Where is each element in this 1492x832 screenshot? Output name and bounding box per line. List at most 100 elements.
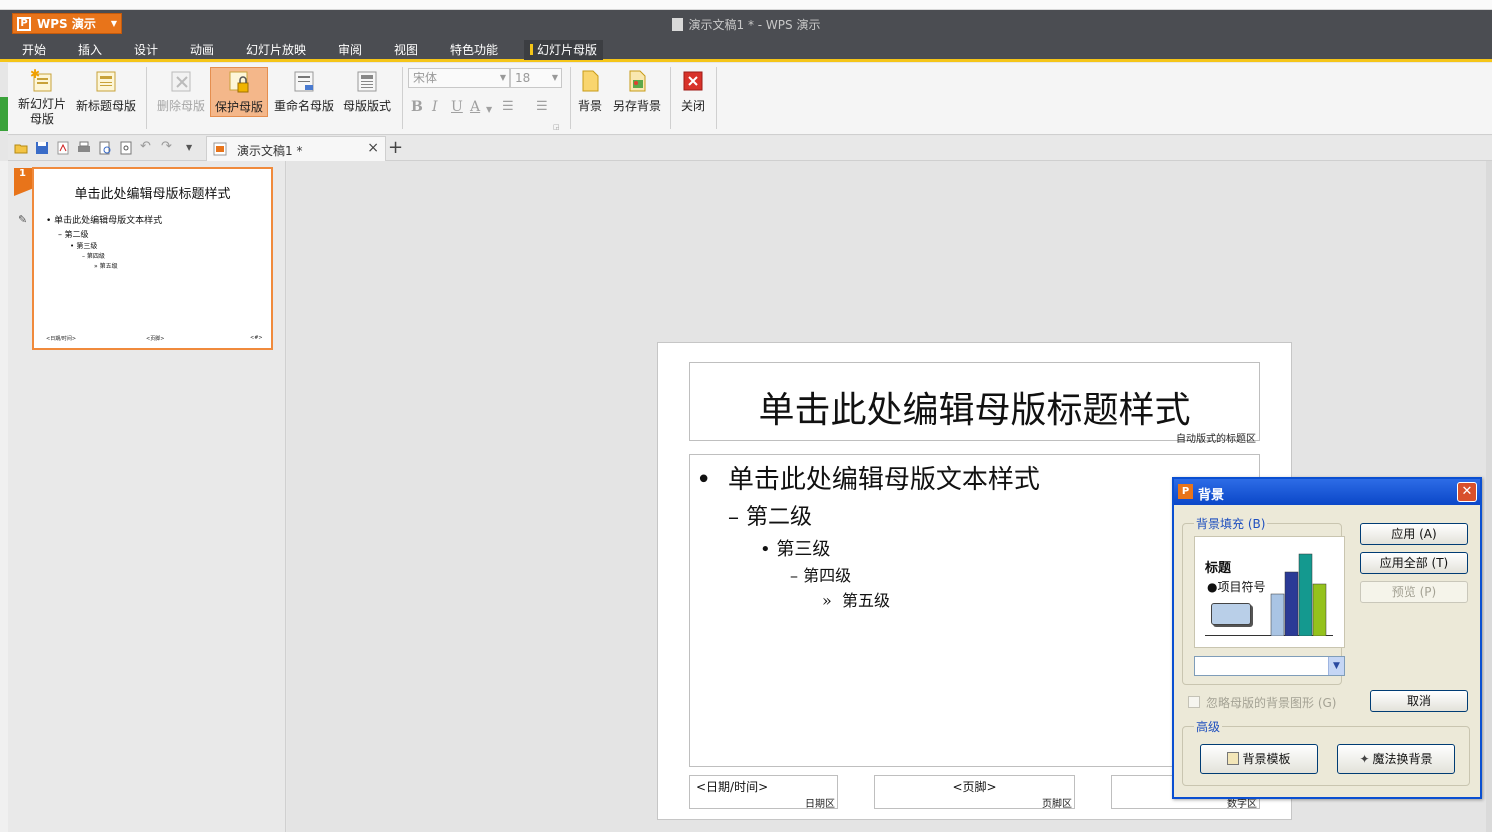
protect-master-icon: [227, 70, 251, 94]
tab-insert[interactable]: 插入: [72, 40, 108, 60]
font-color-button[interactable]: A: [470, 99, 480, 115]
thumbnail-level1: • 单击此处编辑母版文本样式: [46, 216, 163, 226]
window-title: 演示文稿1 * - WPS 演示: [0, 16, 1492, 33]
thumbnail-title: 单击此处编辑母版标题样式: [74, 187, 231, 202]
delete-master-button[interactable]: 删除母版: [154, 67, 208, 129]
new-title-master-label: 新标题母版: [75, 99, 136, 113]
print-icon[interactable]: [77, 141, 91, 155]
protect-master-button[interactable]: 保护母版: [210, 67, 268, 117]
footer-placeholder[interactable]: <页脚> 页脚区: [874, 775, 1075, 810]
save-background-button[interactable]: 另存背景: [610, 67, 664, 129]
preview-bar-chart: [1270, 553, 1327, 636]
preview-bar: [1284, 571, 1299, 636]
rename-master-label: 重命名母版: [273, 99, 334, 113]
close-master-button[interactable]: 关闭: [676, 67, 710, 129]
ignore-master-label: 忽略母版的背景图形 (G): [1206, 696, 1337, 710]
template-icon: [1227, 752, 1240, 765]
apply-button[interactable]: 应用 (A): [1360, 523, 1468, 545]
protect-master-label: 保护母版: [214, 100, 263, 114]
background-label: 背景: [577, 99, 602, 113]
ribbon-separator: [402, 67, 403, 129]
bold-button[interactable]: B: [411, 99, 423, 115]
numbered-list-icon[interactable]: ☰: [536, 99, 548, 114]
tab-special-features[interactable]: 特色功能: [444, 40, 504, 60]
preview-button[interactable]: 预览 (P): [1360, 581, 1468, 603]
font-name-select[interactable]: 宋体 ▼: [408, 68, 510, 88]
new-title-master-button[interactable]: 新标题母版: [74, 67, 138, 129]
ribbon: ✱ 新幻灯片母版 新标题母版 删除母版 保护母版 重命名母版 母版版式 宋体▼: [8, 63, 1492, 135]
thumbnail-level4: – 第四级: [82, 253, 105, 260]
background-preview: 标题 ●项目符号: [1194, 536, 1345, 648]
close-tab-icon[interactable]: ×: [367, 140, 379, 156]
ignore-master-checkbox[interactable]: [1188, 696, 1200, 708]
print-preview-icon[interactable]: [98, 141, 112, 155]
footer-text: <页脚>: [952, 780, 997, 794]
new-slide-master-label: 新幻灯片母版: [17, 97, 66, 126]
tab-slideshow[interactable]: 幻灯片放映: [240, 40, 312, 60]
chevron-down-icon: ▼: [499, 73, 506, 82]
ribbon-separator: [670, 67, 671, 129]
tab-design[interactable]: 设计: [128, 40, 164, 60]
tab-review[interactable]: 审阅: [332, 40, 368, 60]
underline-button[interactable]: U: [451, 99, 463, 115]
pin-icon[interactable]: ✎: [18, 213, 27, 226]
apply-all-button[interactable]: 应用全部 (T): [1360, 552, 1468, 574]
vertical-scrollbar[interactable]: [1486, 161, 1492, 832]
footer-area-label: 页脚区: [1042, 799, 1072, 810]
master-layout-icon: [355, 69, 379, 93]
preview-shape: [1211, 603, 1251, 625]
tab-view[interactable]: 视图: [388, 40, 424, 60]
dialog-close-button[interactable]: ✕: [1457, 482, 1477, 502]
preview-icon[interactable]: [119, 141, 133, 155]
redo-icon[interactable]: ↷: [161, 139, 175, 154]
chevron-down-icon: ▼: [551, 73, 558, 82]
tab-slide-master[interactable]: 幻灯片母版: [524, 40, 604, 60]
undo-icon[interactable]: ↶: [140, 139, 154, 154]
document-tab-label: 演示文稿1 *: [237, 144, 303, 158]
slide-thumbnail[interactable]: 单击此处编辑母版标题样式 • 单击此处编辑母版文本样式 – 第二级 • 第三级 …: [32, 167, 273, 350]
master-layout-button[interactable]: 母版版式: [340, 67, 394, 129]
background-template-button[interactable]: 背景模板: [1200, 744, 1318, 774]
dialog-launcher-icon[interactable]: ◲: [553, 123, 560, 131]
new-title-master-icon: [94, 69, 118, 93]
document-tab[interactable]: 演示文稿1 * ×: [206, 136, 386, 161]
thumbnail-level2: – 第二级: [58, 230, 89, 239]
chevron-down-icon[interactable]: ▼: [186, 143, 200, 157]
rename-master-button[interactable]: 重命名母版: [272, 67, 336, 129]
left-edge: [0, 161, 8, 832]
tab-start[interactable]: 开始: [16, 40, 52, 60]
thumbnail-level5: » 第五级: [94, 263, 118, 270]
document-icon: [671, 18, 683, 31]
ribbon-separator: [570, 67, 571, 129]
font-size-select[interactable]: 18 ▼: [510, 68, 562, 88]
title-placeholder[interactable]: 单击此处编辑母版标题样式: [689, 362, 1260, 441]
background-dialog: P 背景 ✕ 背景填充 (B) 标题 ●项目符号 ▼ 应用 (A) 应用全部 (…: [1172, 477, 1482, 799]
bullet-list-icon[interactable]: ☰: [502, 99, 514, 114]
save-icon[interactable]: [35, 141, 49, 155]
new-tab-button[interactable]: +: [388, 137, 403, 158]
cancel-button[interactable]: 取消: [1370, 690, 1468, 712]
preview-bar: [1270, 593, 1285, 636]
date-placeholder[interactable]: <日期/时间> 日期区: [689, 775, 838, 810]
body-level4: – 第四级: [790, 566, 852, 585]
new-slide-master-button[interactable]: ✱ 新幻灯片母版: [14, 67, 70, 129]
magic-background-button[interactable]: ✦ 魔法换背景: [1337, 744, 1455, 774]
advanced-group-label: 高级: [1194, 718, 1223, 735]
italic-button[interactable]: I: [432, 99, 438, 115]
export-pdf-icon[interactable]: [56, 141, 70, 155]
preview-bar: [1312, 583, 1327, 636]
background-button[interactable]: 背景: [574, 67, 606, 129]
new-slide-master-icon: ✱: [30, 67, 54, 93]
date-area-label: 日期区: [805, 799, 835, 810]
tab-animation[interactable]: 动画: [184, 40, 220, 60]
presentation-file-icon: [213, 142, 227, 156]
fill-select[interactable]: ▼: [1194, 656, 1345, 676]
thumbnail-date: <日期/时间>: [46, 336, 77, 342]
master-layout-label: 母版版式: [342, 99, 391, 113]
wps-logo-icon: P: [1178, 484, 1193, 499]
open-folder-icon[interactable]: [14, 141, 28, 155]
close-icon: [681, 69, 705, 93]
delete-master-icon: [169, 69, 193, 93]
save-background-label: 另存背景: [612, 99, 661, 113]
top-strip: [0, 0, 1492, 10]
